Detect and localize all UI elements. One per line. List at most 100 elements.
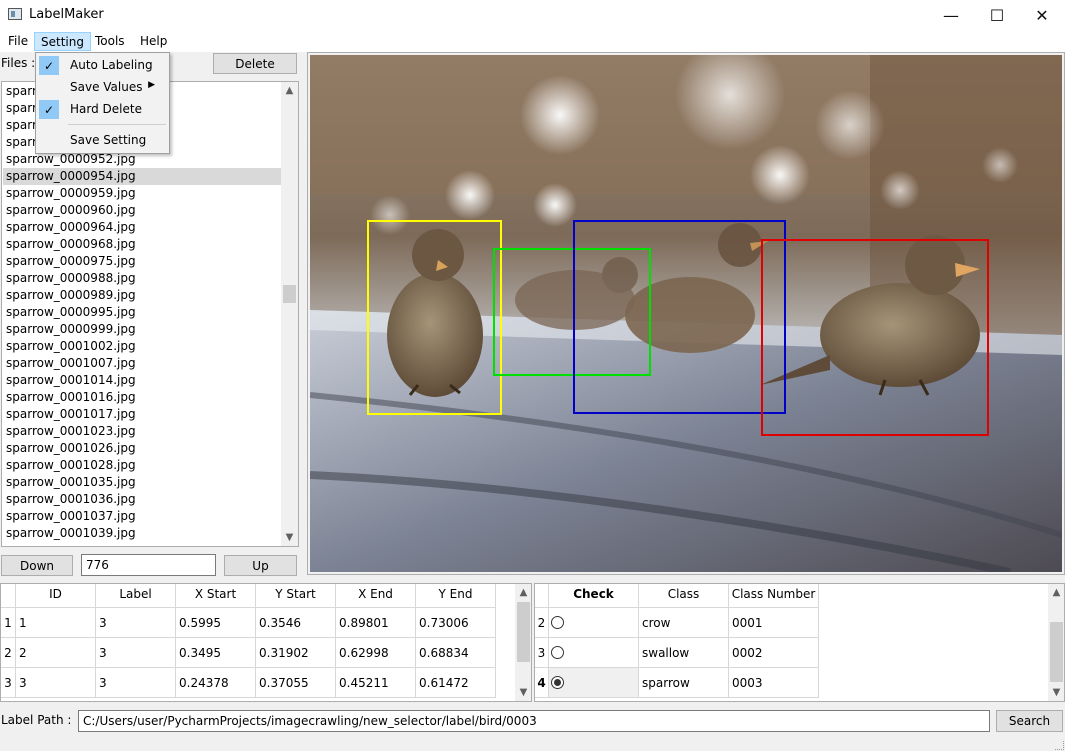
file-list-item[interactable]: sparrow_0001016.jpg bbox=[3, 389, 282, 406]
table-cell[interactable]: 0.24378 bbox=[176, 668, 256, 698]
scroll-down-icon[interactable]: ▼ bbox=[515, 684, 531, 701]
maximize-icon[interactable]: ☐ bbox=[974, 0, 1020, 31]
file-list-item[interactable]: sparrow_0000975.jpg bbox=[3, 253, 282, 270]
file-list-item[interactable]: sparrow_0000995.jpg bbox=[3, 304, 282, 321]
file-list-item[interactable]: sparrow_0001028.jpg bbox=[3, 457, 282, 474]
menu-file[interactable]: File bbox=[2, 32, 34, 51]
table-cell[interactable]: 0.3546 bbox=[256, 608, 336, 638]
column-header[interactable]: Y Start bbox=[256, 584, 336, 608]
file-list-item[interactable]: sparrow_0000968.jpg bbox=[3, 236, 282, 253]
class-name-cell[interactable]: swallow bbox=[639, 638, 729, 668]
menu-hard-delete[interactable]: ✓ Hard Delete bbox=[38, 99, 167, 120]
table-cell[interactable]: 0.68834 bbox=[416, 638, 496, 668]
table-cell[interactable]: 0.37055 bbox=[256, 668, 336, 698]
table-cell[interactable]: 0.31902 bbox=[256, 638, 336, 668]
file-list-item[interactable]: sparrow_0000959.jpg bbox=[3, 185, 282, 202]
scroll-down-icon[interactable]: ▼ bbox=[1048, 684, 1064, 701]
table-cell[interactable]: 0.5995 bbox=[176, 608, 256, 638]
delete-button[interactable]: Delete bbox=[213, 53, 297, 74]
minimize-icon[interactable]: — bbox=[928, 0, 974, 31]
labels-table-scrollbar[interactable]: ▲ ▼ bbox=[515, 584, 531, 701]
file-list-item[interactable]: sparrow_0000960.jpg bbox=[3, 202, 282, 219]
scroll-up-icon[interactable]: ▲ bbox=[515, 584, 531, 601]
table-cell[interactable]: 3 bbox=[96, 608, 176, 638]
file-list-item[interactable]: sparrow_0000989.jpg bbox=[3, 287, 282, 304]
class-number-cell[interactable]: 0001 bbox=[729, 608, 819, 638]
file-list-item[interactable]: sparrow_0000954.jpg bbox=[3, 168, 282, 185]
table-cell[interactable]: 3 bbox=[16, 668, 96, 698]
menu-auto-labeling[interactable]: ✓ Auto Labeling bbox=[38, 55, 167, 76]
file-list-item[interactable]: sparrow_0001036.jpg bbox=[3, 491, 282, 508]
row-header[interactable]: 2 bbox=[535, 608, 549, 638]
table-cell[interactable]: 3 bbox=[96, 638, 176, 668]
scroll-up-icon[interactable]: ▲ bbox=[1048, 584, 1064, 601]
scroll-thumb[interactable] bbox=[283, 285, 296, 303]
file-list-item[interactable]: sparrow_0000964.jpg bbox=[3, 219, 282, 236]
column-header[interactable]: Y End bbox=[416, 584, 496, 608]
file-list-scrollbar[interactable]: ▲ ▼ bbox=[281, 82, 298, 546]
file-list-item[interactable]: sparrow_0001017.jpg bbox=[3, 406, 282, 423]
file-list-item[interactable]: sparrow_0000999.jpg bbox=[3, 321, 282, 338]
files-label: Files : bbox=[1, 56, 36, 70]
class-name-cell[interactable]: crow bbox=[639, 608, 729, 638]
file-list-item[interactable]: sparrow_0001039.jpg bbox=[3, 525, 282, 542]
row-header[interactable]: 1 bbox=[1, 608, 16, 638]
check-cell bbox=[549, 638, 639, 668]
class-radio[interactable] bbox=[551, 616, 564, 629]
table-cell[interactable]: 0.61472 bbox=[416, 668, 496, 698]
table-cell[interactable]: 0.3495 bbox=[176, 638, 256, 668]
column-header[interactable]: Class Number bbox=[729, 584, 819, 608]
menu-bar: File Setting Tools Help bbox=[0, 31, 1065, 52]
class-radio[interactable] bbox=[551, 676, 564, 689]
class-table-scrollbar[interactable]: ▲ ▼ bbox=[1048, 584, 1064, 701]
resize-grip[interactable] bbox=[1055, 741, 1064, 750]
search-button[interactable]: Search bbox=[996, 710, 1063, 732]
file-list-item[interactable]: sparrow_0001037.jpg bbox=[3, 508, 282, 525]
table-cell[interactable]: 3 bbox=[96, 668, 176, 698]
class-radio[interactable] bbox=[551, 646, 564, 659]
save-values-label: Save Values bbox=[70, 80, 143, 94]
image-canvas[interactable] bbox=[310, 55, 1062, 572]
scroll-down-icon[interactable]: ▼ bbox=[281, 529, 298, 546]
column-header[interactable]: Class bbox=[639, 584, 729, 608]
row-header[interactable]: 3 bbox=[535, 638, 549, 668]
table-cell[interactable]: 0.89801 bbox=[336, 608, 416, 638]
menu-setting[interactable]: Setting bbox=[34, 32, 91, 51]
file-list-item[interactable]: sparrow_0001026.jpg bbox=[3, 440, 282, 457]
file-list-item[interactable]: sparrow_0001035.jpg bbox=[3, 474, 282, 491]
column-header[interactable]: Label bbox=[96, 584, 176, 608]
submenu-arrow-icon: ▶ bbox=[148, 80, 155, 90]
file-list-item[interactable]: sparrow_0001014.jpg bbox=[3, 372, 282, 389]
scroll-up-icon[interactable]: ▲ bbox=[281, 82, 298, 99]
scroll-thumb[interactable] bbox=[1050, 622, 1063, 682]
index-input[interactable]: 776 bbox=[81, 554, 216, 576]
column-header[interactable]: ID bbox=[16, 584, 96, 608]
table-cell[interactable]: 0.73006 bbox=[416, 608, 496, 638]
label-path-input[interactable]: C:/Users/user/PycharmProjects/imagecrawl… bbox=[78, 710, 990, 732]
up-button[interactable]: Up bbox=[224, 555, 297, 576]
row-header[interactable]: 2 bbox=[1, 638, 16, 668]
close-icon[interactable]: ✕ bbox=[1019, 0, 1065, 31]
table-cell[interactable]: 0.45211 bbox=[336, 668, 416, 698]
file-list-item[interactable]: sparrow_0000988.jpg bbox=[3, 270, 282, 287]
file-list-item[interactable]: sparrow_0001002.jpg bbox=[3, 338, 282, 355]
menu-save-setting[interactable]: Save Setting bbox=[38, 130, 167, 151]
file-list-item[interactable]: sparrow_0001007.jpg bbox=[3, 355, 282, 372]
column-header[interactable]: X End bbox=[336, 584, 416, 608]
column-header[interactable]: X Start bbox=[176, 584, 256, 608]
table-cell[interactable]: 2 bbox=[16, 638, 96, 668]
menu-help[interactable]: Help bbox=[134, 32, 173, 51]
class-name-cell[interactable]: sparrow bbox=[639, 668, 729, 698]
down-button[interactable]: Down bbox=[1, 555, 73, 576]
table-cell[interactable]: 1 bbox=[16, 608, 96, 638]
file-list-item[interactable]: sparrow_0001023.jpg bbox=[3, 423, 282, 440]
class-number-cell[interactable]: 0002 bbox=[729, 638, 819, 668]
menu-tools[interactable]: Tools bbox=[89, 32, 131, 51]
row-header[interactable]: 3 bbox=[1, 668, 16, 698]
row-header[interactable]: 4 bbox=[535, 668, 549, 698]
column-header[interactable]: Check bbox=[549, 584, 639, 608]
class-number-cell[interactable]: 0003 bbox=[729, 668, 819, 698]
menu-save-values[interactable]: Save Values ▶ bbox=[38, 77, 167, 98]
table-cell[interactable]: 0.62998 bbox=[336, 638, 416, 668]
scroll-thumb[interactable] bbox=[517, 602, 530, 662]
